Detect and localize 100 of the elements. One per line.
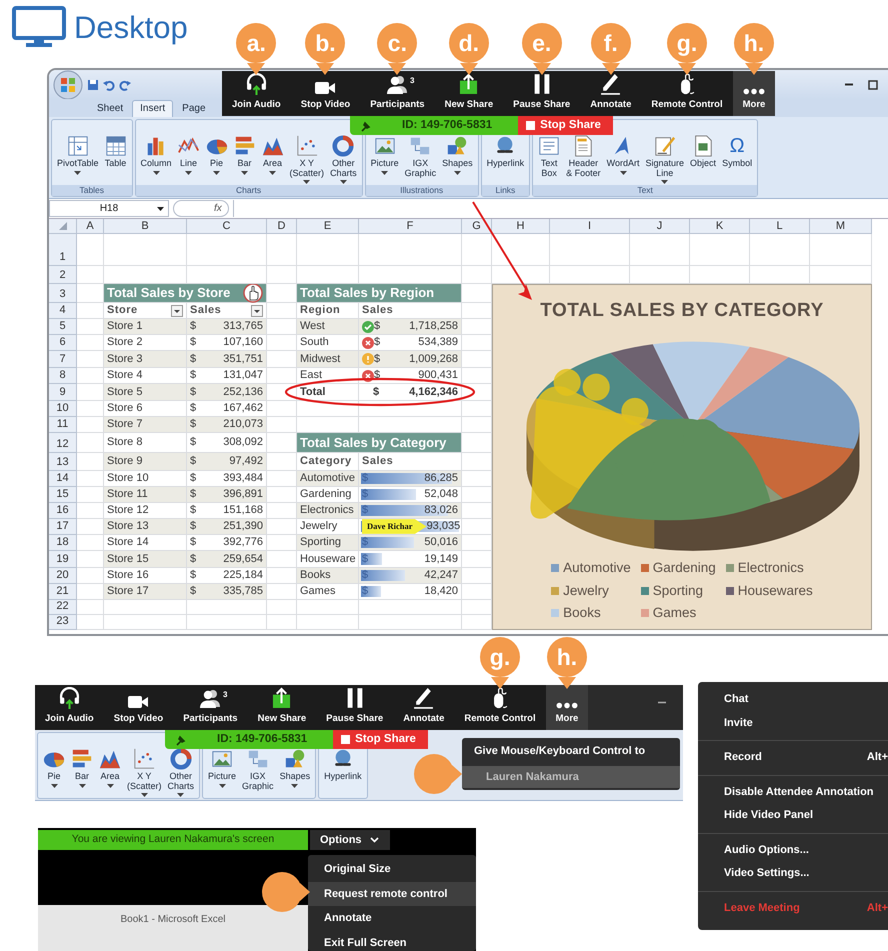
office-logo-icon[interactable] [53,70,83,100]
row-header[interactable]: 18 [49,535,77,551]
save-icon[interactable] [87,78,99,90]
ribbon-button[interactable]: Picture [205,748,240,797]
currency-sign: $ [362,568,368,584]
column-header[interactable]: H [492,219,550,234]
filter-button[interactable] [251,304,263,316]
sales-value: 19,149 [424,552,458,567]
row-header[interactable]: 6 [49,335,77,351]
row-header[interactable]: 15 [49,487,77,503]
column-header[interactable]: C [187,219,267,234]
ribbon-button[interactable]: Bar [230,135,259,184]
toolbar-button[interactable]: More [546,685,588,730]
column-header[interactable]: A [77,219,104,234]
ribbon-button[interactable]: Bar [68,748,96,797]
row-header[interactable]: 8 [49,368,77,384]
menu-item[interactable]: Record Alt+ [698,746,888,770]
ribbon-button[interactable]: Line [174,135,203,184]
column-header[interactable]: D [267,219,297,234]
ribbon-button[interactable]: Pie [202,135,231,184]
ribbon-tab[interactable]: Page [174,100,214,117]
menu-item[interactable]: Lauren Nakamura [462,766,680,788]
filter-button[interactable] [171,304,183,316]
column-header[interactable]: I [550,219,630,234]
ribbon-button[interactable]: Hyperlink [321,748,365,797]
row-header[interactable]: 11 [49,417,77,433]
menu-item[interactable]: Invite [698,712,888,735]
menu-item[interactable]: Exit Full Screen [308,930,476,951]
check-circle-icon [362,320,374,332]
toolbar-button[interactable]: More [732,71,776,116]
ribbon-button[interactable]: IGX Graphic [239,748,277,797]
stop-share-button[interactable]: Stop Share [518,116,613,135]
row-header[interactable]: 19 [49,551,77,568]
column-header[interactable]: J [630,219,690,234]
pin-icon[interactable] [360,120,372,132]
column-header[interactable]: G [462,219,492,234]
row-header[interactable]: 17 [49,519,77,535]
redo-icon[interactable] [119,78,131,90]
menu-item[interactable]: Hide Video Panel [698,804,888,828]
row-header[interactable]: 4 [49,303,77,319]
options-button[interactable]: Options [310,830,390,850]
menu-item[interactable]: Video Settings... [698,862,888,886]
column-header[interactable]: L [750,219,810,234]
ribbon-button[interactable]: Column [138,135,175,184]
ribbon-button[interactable]: Object [687,135,720,184]
row-header[interactable]: 13 [49,453,77,471]
menu-item[interactable]: Audio Options... [698,838,888,862]
ribbon-button[interactable]: X Y (Scatter) [124,748,165,797]
ribbon-button[interactable]: Pie [40,748,68,797]
ribbon-button[interactable]: Table [102,135,130,184]
ribbon-button[interactable]: Picture [368,135,402,184]
column-header[interactable]: K [690,219,750,234]
ribbon-button[interactable]: Other Charts [327,135,360,184]
menu-item[interactable]: Disable Attendee Annotation [698,780,888,804]
row-header[interactable]: 1 [49,234,77,266]
row-header[interactable]: 16 [49,503,77,519]
column-header[interactable]: E [297,219,359,234]
minimize-icon[interactable] [657,701,667,704]
menu-item[interactable]: Request remote control [308,882,476,906]
row-header[interactable]: 3 [49,284,77,303]
sheet-cell [77,551,104,568]
row-header[interactable]: 21 [49,584,77,600]
ribbon-button[interactable]: WordArt [604,135,643,184]
ribbon-button[interactable]: Text Box [535,135,564,184]
minimize-icon[interactable] [844,83,854,86]
stop-share-button[interactable]: Stop Share [333,730,428,749]
row-header[interactable]: 12 [49,433,77,453]
name-box[interactable]: H18 [49,200,169,217]
row-header[interactable]: 2 [49,266,77,284]
row-header[interactable]: 9 [49,384,77,401]
row-header[interactable]: 14 [49,471,77,487]
ribbon-button[interactable]: PivotTable [54,135,102,184]
ribbon-button[interactable]: Ω Symbol [719,135,756,184]
ribbon-tab[interactable]: Insert [132,100,174,117]
pin-icon[interactable] [175,734,187,746]
row-header[interactable]: 22 [49,600,77,615]
ribbon-button[interactable]: Hyperlink [484,135,528,184]
menu-item[interactable]: Original Size [308,857,476,882]
menu-item[interactable]: Annotate [308,906,476,930]
menu-item[interactable]: Chat [698,688,888,712]
column-header[interactable]: B [104,219,187,234]
ribbon-button[interactable]: Area [258,135,287,184]
maximize-icon[interactable] [868,80,878,90]
ribbon-button[interactable]: Other Charts [164,748,198,797]
row-header[interactable]: 23 [49,615,77,630]
undo-icon[interactable] [103,78,115,90]
ribbon-button[interactable]: Shapes [439,135,476,184]
column-header[interactable]: M [810,219,872,234]
ribbon-button[interactable]: IGX Graphic [402,135,440,184]
column-header[interactable]: F [359,219,462,234]
row-header[interactable]: 7 [49,351,77,368]
ribbon-button[interactable]: Header & Footer [563,135,604,184]
ribbon-button[interactable]: X Y (Scatter) [286,135,328,184]
row-header[interactable]: 5 [49,319,77,335]
ribbon-button[interactable]: Shapes [276,748,314,797]
row-header[interactable]: 20 [49,568,77,584]
ribbon-button[interactable]: Area [96,748,124,797]
row-header[interactable]: 10 [49,401,77,417]
ribbon-tab[interactable]: Sheet [89,100,132,117]
ribbon-button[interactable]: Signature Line [642,135,688,184]
